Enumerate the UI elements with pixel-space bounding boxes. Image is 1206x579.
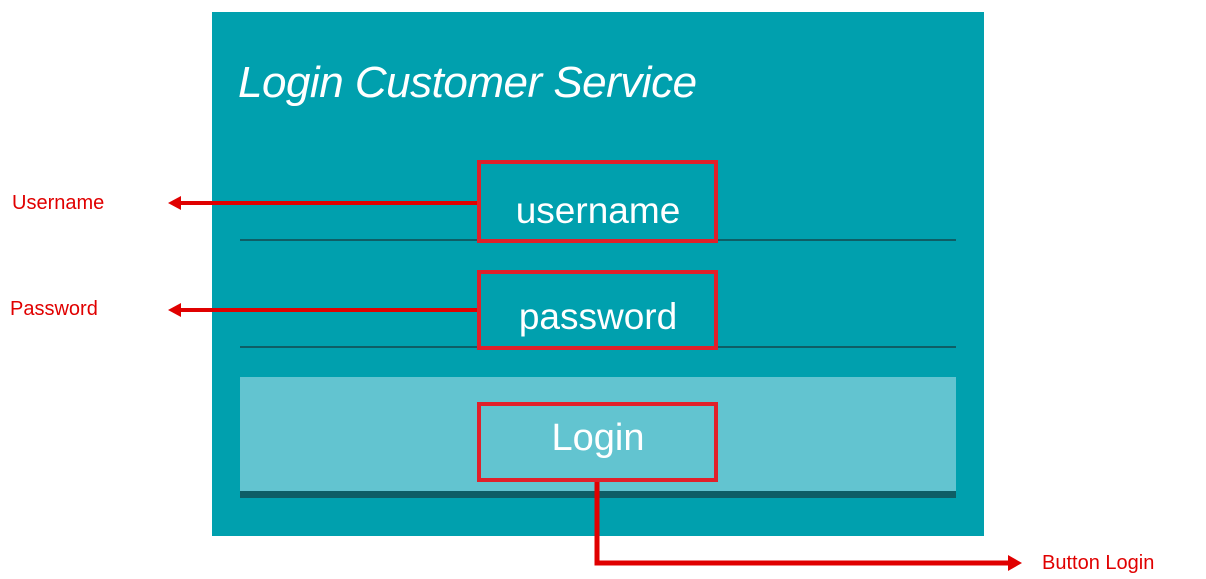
login-annotation-label: Button Login (1042, 552, 1155, 574)
password-arrow-icon (168, 303, 477, 317)
annotation-arrows (168, 196, 1022, 571)
password-annotation-label: Password (10, 298, 98, 320)
username-arrow-icon (168, 196, 477, 210)
login-arrow-icon (594, 482, 1022, 571)
username-annotation-label: Username (12, 192, 105, 214)
